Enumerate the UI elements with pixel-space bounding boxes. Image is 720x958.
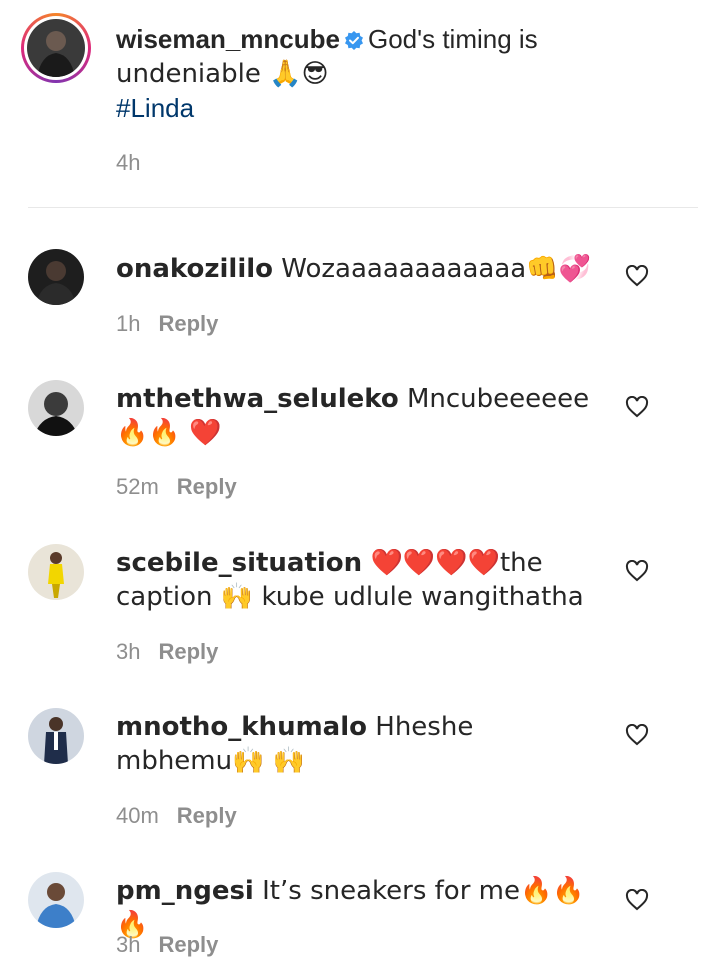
comment-username[interactable]: mthethwa_seluleko (116, 384, 399, 414)
comment-username[interactable]: mnotho_khumalo (116, 712, 367, 742)
caption-text: wiseman_mncube God's timing is undeniable… (116, 22, 616, 125)
comment-meta: 40m Reply (116, 803, 237, 829)
comment-time: 1h (116, 311, 141, 336)
post-time: 4h (116, 150, 141, 175)
comment-time: 3h (116, 639, 141, 664)
comment-time: 52m (116, 474, 159, 499)
divider (28, 207, 698, 208)
heart-outline-icon[interactable] (625, 723, 649, 746)
reply-button[interactable]: Reply (158, 639, 218, 664)
heart-outline-icon[interactable] (625, 264, 649, 287)
comment-username[interactable]: pm_ngesi (116, 876, 254, 906)
comment-text: scebile_situation ❤️❤️❤️❤️the caption 🙌 … (116, 546, 596, 614)
avatar[interactable] (27, 19, 85, 77)
post-caption: wiseman_mncube God's timing is undeniable… (0, 0, 720, 210)
comment-meta: 3h Reply (116, 639, 218, 665)
heart-outline-icon[interactable] (625, 559, 649, 582)
avatar[interactable] (28, 380, 84, 436)
avatar[interactable] (28, 544, 84, 600)
comment-meta: 3h Reply (116, 932, 218, 958)
comment-meta: 1h Reply (116, 311, 218, 337)
comment-username[interactable]: scebile_situation (116, 548, 362, 578)
hashtag-link[interactable]: #Linda (116, 91, 616, 125)
reply-button[interactable]: Reply (177, 474, 237, 499)
comment-username[interactable]: onakozililo (116, 254, 273, 284)
avatar[interactable] (28, 708, 84, 764)
comment-meta: 52m Reply (116, 474, 237, 500)
caption-line-2: undeniable 🙏😎 (116, 59, 329, 89)
post-username[interactable]: wiseman_mncube (116, 24, 340, 54)
comment-text: mnotho_khumalo Hheshe mbhemu🙌 🙌 (116, 710, 596, 778)
verified-badge-icon (344, 24, 364, 50)
reply-button[interactable]: Reply (158, 932, 218, 957)
heart-outline-icon[interactable] (625, 395, 649, 418)
comment-time: 3h (116, 932, 141, 957)
avatar[interactable] (28, 249, 84, 305)
story-ring[interactable] (21, 13, 91, 83)
reply-button[interactable]: Reply (177, 803, 237, 828)
comment-body: Wozaaaaaaaaaaaa👊💞 (281, 254, 591, 284)
caption-line-1: God's timing is (367, 24, 538, 54)
comment-text: onakozililo Wozaaaaaaaaaaaa👊💞 (116, 252, 596, 286)
comment-time: 40m (116, 803, 159, 828)
reply-button[interactable]: Reply (158, 311, 218, 336)
comment-text: mthethwa_seluleko Mncubeeeeee🔥🔥 ❤️ (116, 382, 596, 450)
heart-outline-icon[interactable] (625, 888, 649, 911)
avatar[interactable] (28, 872, 84, 928)
